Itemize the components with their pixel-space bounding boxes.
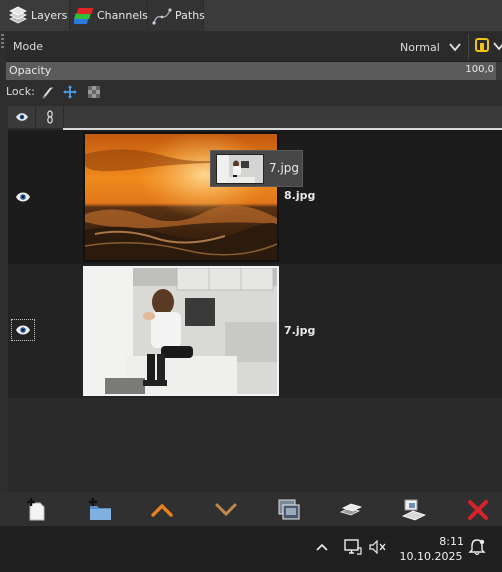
drag-preview: 7.jpg [210,150,303,187]
chevron-up-icon[interactable] [311,536,333,558]
merge-layer-button[interactable] [400,497,428,523]
lock-alpha-icon[interactable] [86,84,102,100]
raise-layer-icon [151,503,173,517]
tab-layers[interactable]: Layers [4,0,70,31]
clock-date: 10.10.2025 [399,550,463,563]
drag-preview-thumbnail [216,154,264,184]
dock-grip[interactable] [0,32,6,522]
layers-toolbar [0,492,502,526]
duplicate-layer-button[interactable] [275,497,303,523]
layer-name[interactable]: 8.jpg [284,189,315,202]
anchor-layer-button[interactable] [337,497,365,523]
chevron-down-icon [448,40,462,54]
lower-layer-icon [215,503,237,517]
visibility-toggle[interactable] [11,319,35,341]
paths-icon [152,5,172,27]
network-icon[interactable] [342,536,364,558]
tab-channels[interactable]: Channels [70,0,148,31]
lower-layer-button[interactable] [212,497,240,523]
merge-layer-icon [401,499,427,521]
visibility-toggle[interactable] [11,186,35,208]
mode-label: Mode [13,40,43,53]
new-layer-group-icon [89,498,111,520]
lock-pixels-icon[interactable] [40,84,56,100]
chevron-down-icon [492,38,502,57]
opacity-label: Opacity [9,64,52,77]
lock-row: Lock: [6,82,502,102]
chain-header-icon[interactable] [36,106,64,128]
mode-dropdown[interactable]: Normal [400,35,470,59]
tab-channels-label: Channels [97,9,148,22]
dock-tab-bar: Layers Channels Paths [0,0,502,31]
raise-layer-button[interactable] [148,497,176,523]
system-clock[interactable]: 8:11 10.10.2025 [398,534,465,564]
delete-layer-icon [468,500,488,520]
mode-value: Normal [400,40,440,54]
lock-position-icon[interactable] [62,84,78,100]
duplicate-layer-icon [278,499,300,520]
drag-preview-label: 7.jpg [269,161,300,175]
os-taskbar: 8:11 10.10.2025 [0,526,502,572]
new-layer-group-button[interactable] [86,497,114,523]
mode-row: Mode Normal [6,32,502,62]
opacity-slider[interactable]: Opacity 100,0 [6,62,496,80]
composite-mode-icon [474,37,490,57]
visibility-header-icon[interactable] [8,106,36,128]
opacity-stepper[interactable] [496,62,502,80]
channels-icon [71,5,94,27]
clock-time: 8:11 [439,535,464,548]
anchor-layer-icon [339,503,363,516]
tab-layers-label: Layers [31,9,68,22]
layer-row[interactable]: 7.jpg [8,264,502,398]
new-layer-icon [27,498,45,521]
opacity-fill [6,62,496,80]
notifications-icon[interactable] [466,536,488,558]
speaker-muted-icon[interactable] [367,536,389,558]
new-layer-button[interactable] [22,497,50,523]
tab-paths[interactable]: Paths [148,0,205,31]
layer-name[interactable]: 7.jpg [284,324,315,337]
delete-layer-button[interactable] [464,497,492,523]
lock-label: Lock: [6,85,35,98]
eye-icon [16,325,30,335]
layer-thumbnail-kitchen[interactable] [83,266,279,396]
eye-icon [16,192,30,202]
composite-mode-button[interactable] [470,35,502,59]
opacity-value: 100,0 [465,64,494,75]
layers-icon [8,5,28,27]
tab-paths-label: Paths [175,9,205,22]
layer-list-header [8,106,502,128]
